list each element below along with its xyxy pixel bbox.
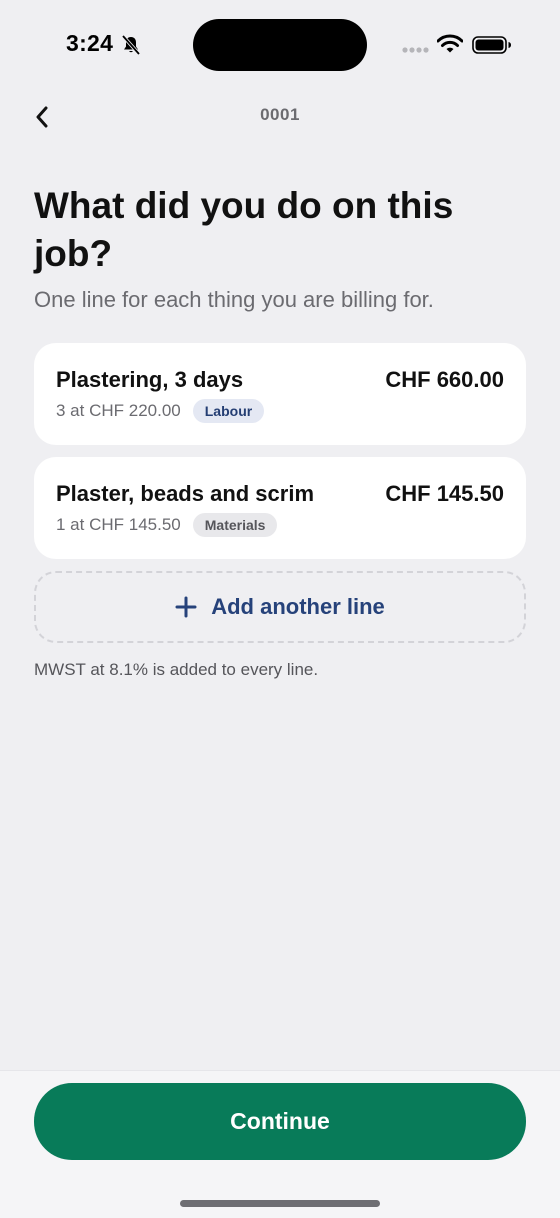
home-indicator	[180, 1200, 380, 1207]
page-title: What did you do on this job?	[34, 185, 454, 274]
nav-title: 0001	[260, 105, 300, 124]
screen: 3:24 0001 What did you do on this job? O…	[0, 0, 560, 1218]
line-item-card[interactable]: Plaster, beads and scrim CHF 145.50 1 at…	[34, 457, 526, 559]
signal-icon	[402, 47, 429, 53]
line-item-description: Plastering, 3 days	[56, 367, 244, 392]
add-line-button[interactable]: Add another line	[34, 571, 526, 643]
line-item-card[interactable]: Plastering, 3 days CHF 660.00 3 at CHF 2…	[34, 343, 526, 445]
vat-note: MWST at 8.1% is added to every line.	[34, 660, 319, 679]
status-bar: 3:24	[0, 0, 560, 92]
line-item-amount: CHF 145.50	[385, 481, 504, 506]
category-badge-labour: Labour	[192, 399, 265, 423]
line-item-meta: 1 at CHF 145.50 Materials	[56, 513, 278, 537]
line-item-meta: 3 at CHF 220.00 Labour	[56, 399, 265, 423]
continue-label: Continue	[230, 1108, 330, 1134]
wifi-icon	[437, 34, 463, 53]
page-subtitle: One line for each thing you are billing …	[34, 287, 434, 312]
add-line-label: Add another line	[211, 594, 385, 619]
footer: Continue	[0, 1070, 560, 1218]
bell-slash-icon	[121, 34, 141, 56]
continue-button[interactable]: Continue	[34, 1083, 526, 1160]
line-item-amount: CHF 660.00	[385, 367, 504, 392]
line-item-quantity: 1 at CHF 145.50	[56, 515, 181, 534]
line-item-description: Plaster, beads and scrim	[56, 481, 315, 506]
category-badge-materials: Materials	[192, 513, 278, 537]
plus-icon	[175, 596, 197, 618]
battery-icon	[472, 36, 511, 54]
status-time: 3:24	[66, 30, 114, 56]
dynamic-island	[193, 19, 367, 71]
line-item-quantity: 3 at CHF 220.00	[56, 401, 181, 420]
